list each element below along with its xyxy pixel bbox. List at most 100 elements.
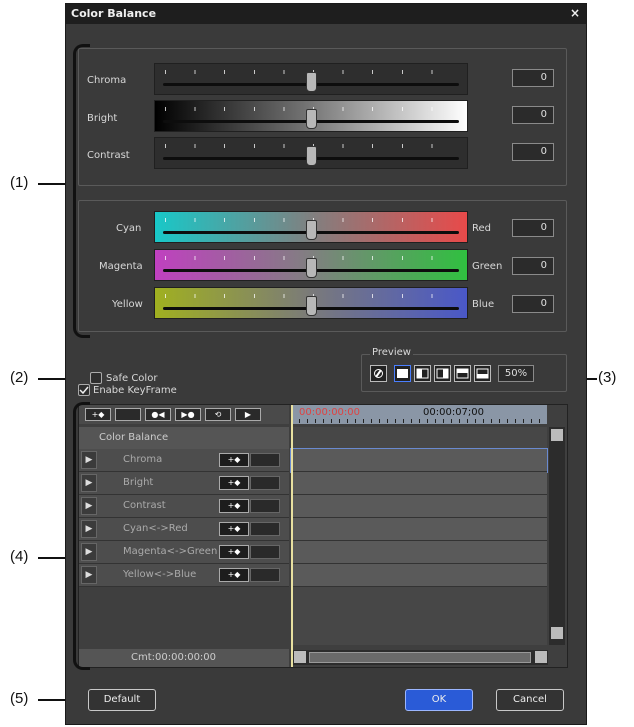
keyframe-row[interactable]: ▶ Bright +◆ — [79, 472, 289, 495]
keyframe-row-toggle[interactable] — [250, 522, 280, 536]
keyframe-rows: ▶ Chroma +◆ ▶ Bright +◆ ▶ Contrast +◆ ▶ Cyan<->Red… — [79, 449, 289, 589]
keyframe-toolbar: +◆ ●◀ ▶● ⟲ ▶ — [79, 405, 289, 424]
scroll-left-arrow-icon[interactable] — [294, 651, 306, 663]
enable-keyframe-checkbox[interactable] — [78, 384, 90, 396]
keyframe-row-label: Chroma — [123, 454, 163, 465]
keyframe-row-toggle[interactable] — [250, 568, 280, 582]
chroma-value[interactable]: 0 — [512, 69, 554, 87]
yellow-blue-slider[interactable] — [154, 287, 468, 319]
bright-label: Bright — [87, 113, 118, 124]
keyframe-row-toggle[interactable] — [250, 453, 280, 467]
timeline-cursor[interactable] — [291, 405, 293, 667]
contrast-slider[interactable] — [154, 137, 468, 169]
keyframe-row-toggle[interactable] — [250, 545, 280, 559]
keyframe-row-label: Bright — [123, 477, 154, 488]
keyframe-row[interactable]: ▶ Chroma +◆ — [79, 449, 289, 472]
contrast-value[interactable]: 0 — [512, 143, 554, 161]
add-keyframe-row-button[interactable]: +◆ — [219, 453, 249, 467]
contrast-label: Contrast — [87, 150, 130, 161]
preview-full-button[interactable] — [394, 365, 411, 382]
safe-color-checkbox[interactable] — [90, 372, 102, 384]
yellow-blue-thumb[interactable] — [306, 296, 317, 316]
chroma-thumb[interactable] — [306, 72, 317, 92]
timeline-lane[interactable] — [291, 495, 547, 518]
split-top-icon — [456, 368, 469, 379]
cyan-red-thumb[interactable] — [306, 220, 317, 240]
magenta-green-thumb[interactable] — [306, 258, 317, 278]
scroll-down-arrow-icon[interactable] — [551, 627, 563, 639]
preview-split-right-button[interactable] — [434, 365, 451, 382]
magenta-green-slider[interactable] — [154, 249, 468, 281]
current-time: Cmt:00:00:00:00 — [131, 652, 217, 663]
preview-zoom[interactable]: 50% — [498, 365, 534, 382]
keyframe-row-toggle[interactable] — [250, 476, 280, 490]
vertical-scrollbar[interactable] — [549, 427, 565, 645]
timeline-lane[interactable] — [291, 541, 547, 564]
yellow-blue-value[interactable]: 0 — [512, 295, 554, 313]
split-right-icon — [436, 368, 449, 379]
link-icon — [374, 369, 383, 378]
basic-adjust-panel: Chroma 0 Bright 0 Contrast 0 — [78, 48, 567, 186]
preview-split-top-button[interactable] — [454, 365, 471, 382]
remove-keyframe-button[interactable] — [115, 408, 141, 421]
keyframe-row[interactable]: ▶ Cyan<->Red +◆ — [79, 518, 289, 541]
preview-group: Preview 50% — [361, 347, 567, 392]
add-keyframe-row-button[interactable]: +◆ — [219, 522, 249, 536]
play-button[interactable]: ▶ — [235, 408, 261, 421]
magenta-green-value[interactable]: 0 — [512, 257, 554, 275]
add-keyframe-row-button[interactable]: +◆ — [219, 568, 249, 582]
contrast-thumb[interactable] — [306, 146, 317, 166]
bright-value[interactable]: 0 — [512, 106, 554, 124]
preview-split-bottom-button[interactable] — [474, 365, 491, 382]
check-icon — [79, 386, 89, 395]
keyframe-row-label: Contrast — [123, 500, 166, 511]
keyframe-panel: +◆ ●◀ ▶● ⟲ ▶ 00:00:00:00 00:00:07;00 Col… — [78, 404, 568, 668]
cyan-red-slider[interactable] — [154, 211, 468, 243]
preview-split-left-button[interactable] — [414, 365, 431, 382]
title-bar: Color Balance × — [66, 4, 586, 24]
timeline-lane[interactable] — [290, 448, 548, 473]
bright-thumb[interactable] — [306, 109, 317, 129]
timeline-ruler[interactable]: 00:00:00:00 00:00:07;00 — [291, 405, 547, 424]
add-keyframe-row-button[interactable]: +◆ — [219, 476, 249, 490]
timeline-lane[interactable] — [291, 518, 547, 541]
keyframe-row[interactable]: ▶ Yellow<->Blue +◆ — [79, 564, 289, 587]
callout-4: (4) — [10, 548, 29, 565]
cyan-red-value[interactable]: 0 — [512, 219, 554, 237]
prev-keyframe-button[interactable]: ●◀ — [145, 408, 171, 421]
scroll-thumb[interactable] — [309, 652, 531, 663]
callout-3: (3) — [598, 369, 617, 386]
keyframe-row[interactable]: ▶ Contrast +◆ — [79, 495, 289, 518]
blue-label: Blue — [472, 299, 495, 310]
enable-keyframe-label: Enabe KeyFrame — [93, 385, 177, 396]
keyframe-row[interactable]: ▶ Magenta<->Green +◆ — [79, 541, 289, 564]
ruler-ticks — [291, 419, 547, 423]
callout-1-bracket — [73, 44, 90, 338]
add-keyframe-row-button[interactable]: +◆ — [219, 499, 249, 513]
color-adjust-panel: Cyan Red 0 Magenta Green 0 Yellow Blue 0 — [78, 200, 567, 332]
callout-2: (2) — [10, 369, 29, 386]
cancel-button[interactable]: Cancel — [496, 689, 564, 711]
timeline-start: 00:00:00:00 — [299, 407, 361, 418]
chroma-slider[interactable] — [154, 63, 468, 95]
preview-label: Preview — [370, 347, 413, 358]
keyframe-row-toggle[interactable] — [250, 499, 280, 513]
scroll-right-arrow-icon[interactable] — [535, 651, 547, 663]
timeline-lane[interactable] — [291, 472, 547, 495]
preview-link-button[interactable] — [370, 365, 387, 382]
current-time-bar: Cmt:00:00:00:00 — [79, 649, 289, 667]
scroll-up-arrow-icon[interactable] — [551, 429, 563, 441]
timeline-lane[interactable] — [291, 564, 547, 587]
ok-button[interactable]: OK — [405, 689, 473, 711]
callout-1: (1) — [10, 174, 29, 191]
horizontal-scrollbar[interactable] — [293, 650, 548, 665]
keyframe-row-label: Yellow<->Blue — [123, 569, 197, 580]
bright-slider[interactable] — [154, 100, 468, 132]
close-icon[interactable]: × — [570, 6, 580, 20]
effect-header-label: Color Balance — [99, 432, 169, 443]
default-button[interactable]: Default — [88, 689, 156, 711]
loop-button[interactable]: ⟲ — [205, 408, 231, 421]
next-keyframe-button[interactable]: ▶● — [175, 408, 201, 421]
effect-header: Color Balance — [79, 427, 289, 449]
add-keyframe-row-button[interactable]: +◆ — [219, 545, 249, 559]
